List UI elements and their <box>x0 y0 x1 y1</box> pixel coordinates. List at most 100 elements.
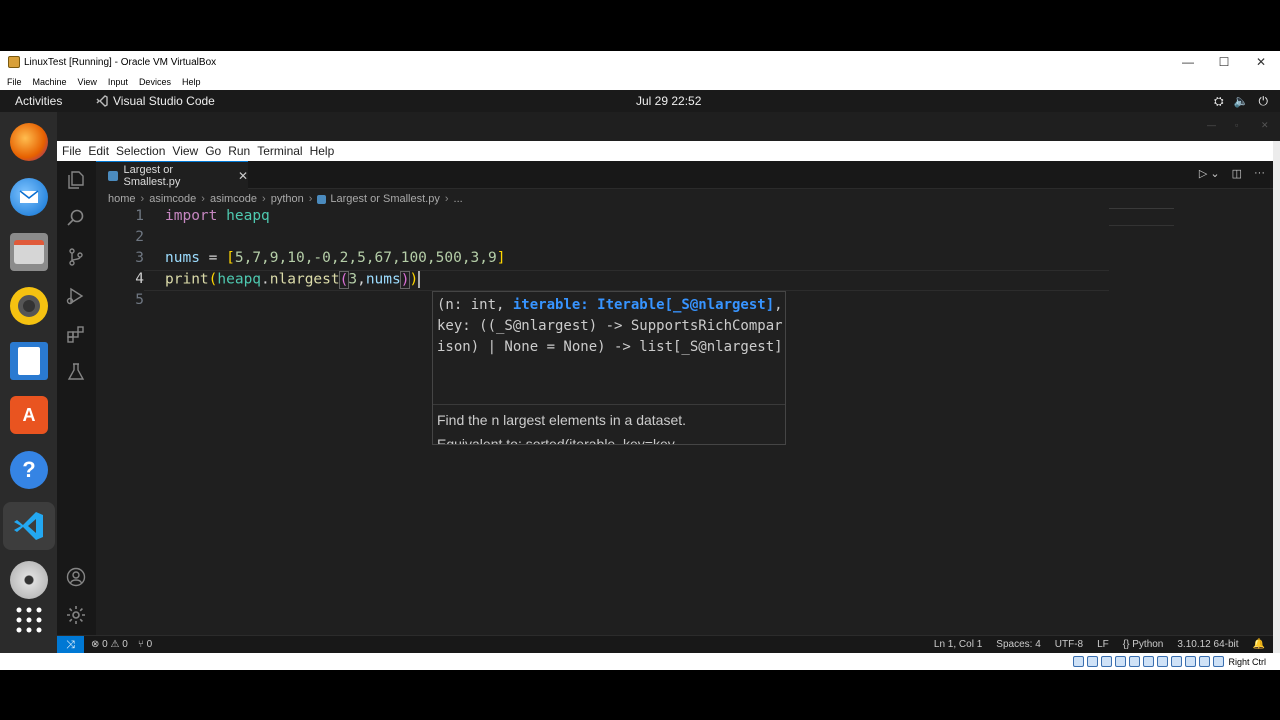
files-icon[interactable] <box>10 233 48 271</box>
vbox-menu-machine[interactable]: Machine <box>33 77 67 87</box>
module-name: heapq <box>217 271 262 288</box>
caption-maximize-icon[interactable]: ▫ <box>1235 120 1238 130</box>
python-interpreter[interactable]: 3.10.12 64-bit <box>1177 639 1238 650</box>
notifications-bell-icon[interactable]: 🔔 <box>1253 639 1265 650</box>
source-control-icon[interactable] <box>65 246 87 268</box>
optical-drive-icon[interactable] <box>1087 656 1099 667</box>
app-menu[interactable]: Visual Studio Code <box>96 94 215 108</box>
menu-selection[interactable]: Selection <box>116 144 165 158</box>
vbox-status-bar: Right Ctrl <box>0 653 1280 670</box>
vscode-caption-bar: — ▫ ✕ <box>57 112 1280 141</box>
menu-view[interactable]: View <box>172 144 198 158</box>
cpu-icon[interactable] <box>1185 656 1197 667</box>
dvd-icon[interactable] <box>10 561 48 599</box>
list-values: 5,7,9,10,-0,2,5,67,100,500,3,9 <box>234 250 497 266</box>
run-debug-icon[interactable] <box>65 285 87 307</box>
close-button[interactable]: ✕ <box>1243 51 1279 73</box>
explorer-icon[interactable] <box>65 169 87 191</box>
mouse-integration-icon[interactable] <box>1199 656 1211 667</box>
code-editor[interactable]: home › asimcode › asimcode › python › Larges… <box>96 189 1273 635</box>
end-of-line[interactable]: LF <box>1097 639 1109 650</box>
activities-button[interactable]: Activities <box>15 94 62 108</box>
signature-part: (n: int, <box>437 297 513 313</box>
clock[interactable]: Jul 29 22:52 <box>636 94 701 108</box>
system-tray[interactable]: ⛭ 🔈 ⏻ <box>1214 94 1268 109</box>
bracket: [ <box>226 250 235 266</box>
maximize-button[interactable]: ☐ <box>1206 51 1242 73</box>
testing-icon[interactable] <box>65 361 87 383</box>
number: 3 <box>348 271 358 288</box>
tab-largest-or-smallest[interactable]: Largest or Smallest.py ✕ <box>96 161 248 189</box>
recording-icon[interactable] <box>1171 656 1183 667</box>
code-line-3: nums = [5,7,9,10,-0,2,5,67,100,500,3,9] <box>165 250 506 266</box>
menu-run[interactable]: Run <box>228 144 250 158</box>
libreoffice-writer-icon[interactable] <box>10 342 48 380</box>
breadcrumb: home › asimcode › asimcode › python › Larges… <box>108 193 463 205</box>
menu-edit[interactable]: Edit <box>88 144 109 158</box>
menu-help[interactable]: Help <box>310 144 335 158</box>
keyboard-icon[interactable] <box>1213 656 1225 667</box>
split-editor-icon[interactable]: ◫ <box>1232 167 1242 180</box>
breadcrumb-asimcode-2[interactable]: asimcode <box>210 193 257 205</box>
search-icon[interactable] <box>65 207 87 229</box>
menu-go[interactable]: Go <box>205 144 221 158</box>
vscode-icon[interactable] <box>10 507 48 545</box>
editor-tabs: Largest or Smallest.py ✕ ▷ ⌄ ◫ ··· <box>96 161 1273 189</box>
variable: nums <box>165 250 200 266</box>
more-actions-icon[interactable]: ··· <box>1254 167 1265 180</box>
usb-icon[interactable] <box>1129 656 1141 667</box>
problems-status[interactable]: ⊗ 0 ⚠ 0 <box>91 639 128 650</box>
vbox-title-bar: LinuxTest [Running] - Oracle VM VirtualB… <box>0 51 1280 73</box>
signature-help-popup: (n: int, iterable: Iterable[_S@nlargest]… <box>432 291 786 445</box>
menu-terminal[interactable]: Terminal <box>257 144 302 158</box>
run-python-file-icon[interactable]: ▷ ⌄ <box>1199 167 1220 180</box>
module-name: heapq <box>226 208 270 224</box>
network-icon: ⛭ <box>1213 94 1224 108</box>
breadcrumb-more[interactable]: ... <box>454 193 463 205</box>
shared-folders-icon[interactable] <box>1143 656 1155 667</box>
breadcrumb-file[interactable]: Largest or Smallest.py <box>330 193 439 205</box>
help-icon[interactable]: ? <box>10 451 48 489</box>
caption-minimize-icon[interactable]: — <box>1207 120 1216 130</box>
breadcrumb-asimcode-1[interactable]: asimcode <box>149 193 196 205</box>
minimap-line <box>1109 208 1174 209</box>
vbox-menu-help[interactable]: Help <box>182 77 201 87</box>
ports-status[interactable]: ⑂ 0 <box>138 639 152 650</box>
ubuntu-software-icon[interactable]: A <box>10 396 48 434</box>
vbox-menu-devices[interactable]: Devices <box>139 77 171 87</box>
firefox-icon[interactable] <box>10 123 48 161</box>
caption-close-icon[interactable]: ✕ <box>1261 120 1269 131</box>
audio-icon[interactable] <box>1101 656 1113 667</box>
encoding[interactable]: UTF-8 <box>1055 639 1083 650</box>
bracket: ] <box>496 250 506 266</box>
language-mode[interactable]: {} Python <box>1123 639 1164 650</box>
display-icon[interactable] <box>1157 656 1169 667</box>
hard-disk-icon[interactable] <box>1073 656 1085 667</box>
virtualbox-icon <box>8 56 20 68</box>
vbox-menu-input[interactable]: Input <box>108 77 128 87</box>
rhythmbox-icon[interactable] <box>10 287 48 325</box>
extensions-icon[interactable] <box>65 323 87 345</box>
breadcrumb-python[interactable]: python <box>271 193 304 205</box>
breadcrumb-home[interactable]: home <box>108 193 136 205</box>
indentation[interactable]: Spaces: 4 <box>996 639 1040 650</box>
function-name: print <box>165 271 209 288</box>
cursor-position[interactable]: Ln 1, Col 1 <box>934 639 982 650</box>
thunderbird-icon[interactable] <box>10 178 48 216</box>
vbox-menu-view[interactable]: View <box>78 77 97 87</box>
status-left: ⊗ 0 ⚠ 0 ⑂ 0 <box>91 639 152 650</box>
settings-gear-icon[interactable] <box>65 604 87 626</box>
menu-file[interactable]: File <box>62 144 81 158</box>
show-apps-icon[interactable] <box>10 601 48 639</box>
line-number: 2 <box>135 229 144 245</box>
remote-indicator-icon[interactable]: ⤨ <box>57 636 84 654</box>
minimize-button[interactable]: — <box>1170 51 1206 73</box>
accounts-icon[interactable] <box>65 566 87 588</box>
vbox-menu-file[interactable]: File <box>7 77 22 87</box>
tab-close-icon[interactable]: ✕ <box>238 169 248 183</box>
code-line-4: print(heapq.nlargest(3,nums)) <box>165 270 421 289</box>
host-key-label: Right Ctrl <box>1228 656 1266 667</box>
argument: nums <box>365 271 401 288</box>
status-bar: ⤨ ⊗ 0 ⚠ 0 ⑂ 0 Ln 1, Col 1 Spaces: 4 UTF-… <box>57 635 1273 654</box>
network-adapter-icon[interactable] <box>1115 656 1127 667</box>
